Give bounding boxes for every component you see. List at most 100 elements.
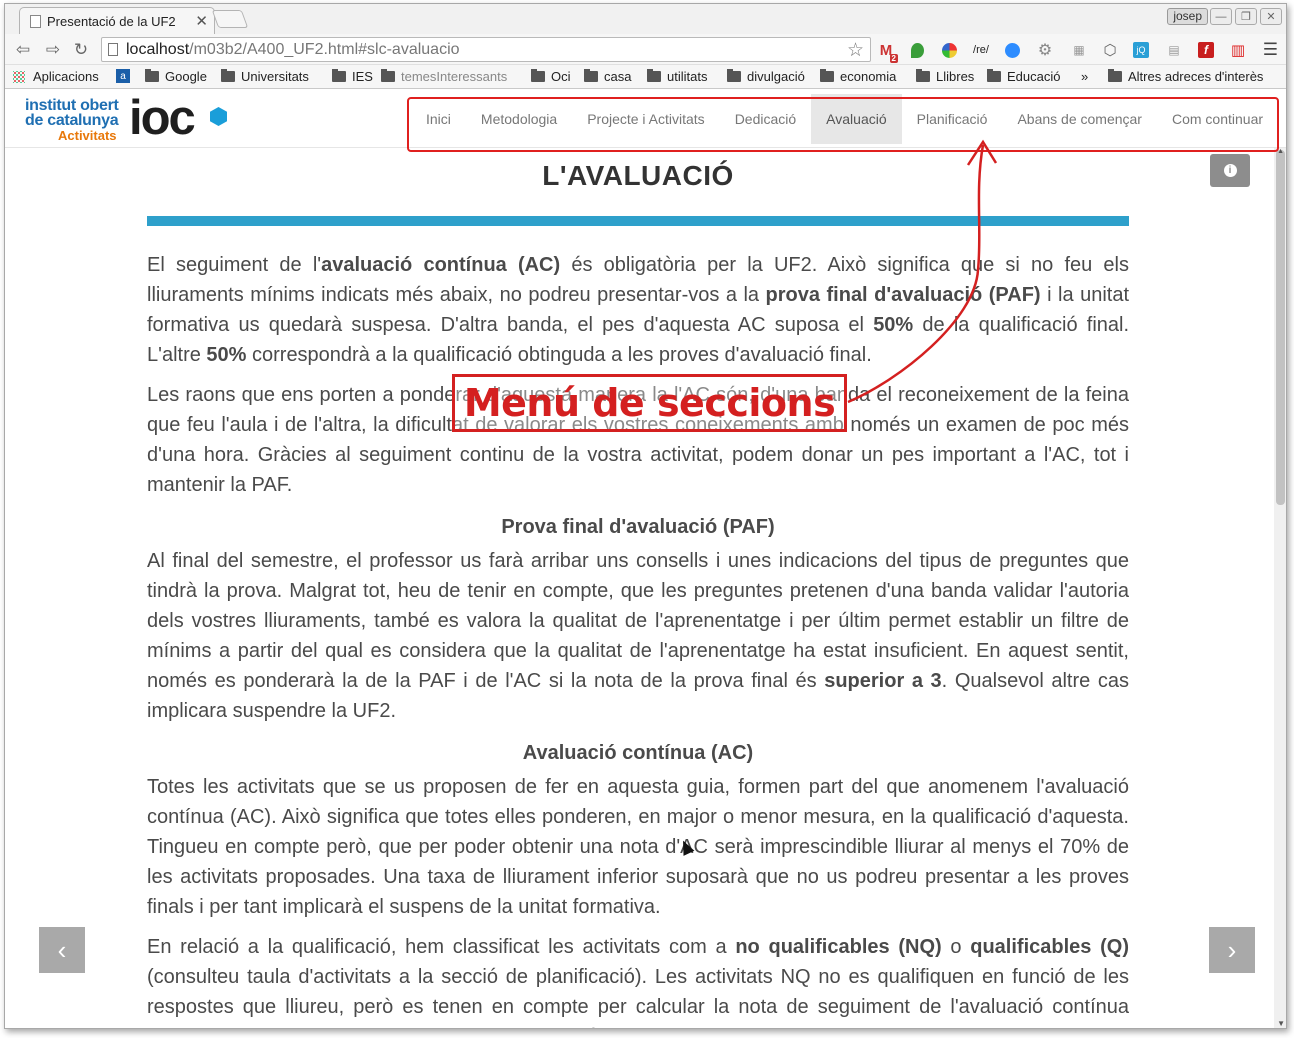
paragraph-paf: Al final del semestre, el professor us f… [147,550,1129,722]
scrollbar-thumb[interactable] [1276,150,1285,505]
bookmark-folder-divulgacio[interactable]: divulgació [727,69,805,84]
folder-extension-icon[interactable]: ▤ [1165,41,1183,59]
previous-section-button[interactable]: ‹ [39,927,85,973]
bookmarks-bar: Aplicacions a Google Universitats IES te… [5,65,1286,89]
nav-item-dedicacio[interactable]: Dedicació [720,94,811,144]
nav-item-metodologia[interactable]: Metodologia [466,94,572,144]
page-scrollbar[interactable] [1274,148,1286,1028]
folder-icon [584,69,598,82]
browser-tab[interactable]: Presentació de la UF2 ✕ [19,7,215,34]
page-info-icon[interactable] [108,43,118,56]
folder-icon [531,69,545,82]
paragraph-intro: El seguiment de l'avaluació contínua (AC… [147,254,1130,366]
logo-line-2: de catalunya [25,112,119,129]
folder-icon [916,69,930,82]
jquery-extension-icon[interactable]: jQ [1132,41,1150,59]
folder-icon [647,69,661,82]
tab-close-icon[interactable]: ✕ [195,12,208,30]
bookmark-apps[interactable]: Aplicacions [13,69,99,84]
profile-button[interactable]: josep [1167,8,1208,25]
site-header: institut obert de catalunya Activitats i… [5,90,1286,148]
next-section-button[interactable]: › [1209,927,1255,973]
folder-icon [987,69,1001,82]
url-host: localhost [126,40,190,58]
folder-icon [381,69,395,82]
folder-icon [221,69,235,82]
tab-title: Presentació de la UF2 [47,13,176,29]
address-bar[interactable]: localhost /m03b2/A400_UF2.html#slc-avalu… [101,37,871,62]
color-extension-icon[interactable] [940,41,958,59]
browser-window: Presentació de la UF2 ✕ josep — ❐ ✕ ⇦ ⇨ … [4,3,1287,1029]
amazon-icon: a [116,69,130,83]
paragraph-qualification: En relació a la qualificació, hem classi… [147,936,1129,1028]
url-path: /m03b2/A400_UF2.html#slc-avaluacio [189,40,460,58]
browser-menu-icon[interactable]: ☰ [1263,40,1278,60]
bookmark-folder-casa[interactable]: casa [584,69,631,84]
window-controls: — ❐ ✕ [1210,8,1282,25]
ruler-extension-icon[interactable]: ▦ [1070,41,1088,59]
grid-extension-icon[interactable]: ▥ [1229,41,1247,59]
bookmark-folder-temes[interactable]: temesInteressants [381,69,521,84]
bookmark-folder-educacio[interactable]: Educació [987,69,1060,84]
evernote-extension-icon[interactable] [908,41,926,59]
logo-line-1: institut obert [25,97,119,114]
close-window-button[interactable]: ✕ [1260,8,1282,25]
reload-icon[interactable]: ↻ [69,38,93,62]
forward-icon[interactable]: ⇨ [41,38,65,62]
annotation-label: Menú de seccions [452,374,847,432]
nav-item-inici[interactable]: Inici [411,94,466,144]
bookmark-star-icon[interactable]: ☆ [847,39,864,62]
folder-icon [332,69,346,82]
bookmark-folder-universitats[interactable]: Universitats [221,69,309,84]
bookmark-amazon[interactable]: a [116,69,136,83]
maximize-button[interactable]: ❐ [1235,8,1257,25]
heading-paf: Prova final d'avaluació (PAF) [501,516,775,538]
ioc-logo[interactable]: institut obert de catalunya Activitats i… [25,91,235,145]
flash-extension-icon[interactable]: f [1197,41,1215,59]
page-icon [30,14,41,28]
section-menu: Inici Metodologia Projecte i Activitats … [411,94,1278,144]
nav-item-avaluacio[interactable]: Avaluació [811,94,902,144]
bookmark-folder-oci[interactable]: Oci [531,69,571,84]
browser-toolbar: ⇦ ⇨ ↻ localhost /m03b2/A400_UF2.html#slc… [5,34,1286,65]
logo-brand: ioc [129,91,196,145]
bookmark-folder-llibres[interactable]: Llibres [916,69,974,84]
bookmark-folder-economia[interactable]: economia [820,69,896,84]
scroll-down-arrow-icon[interactable]: ▼ [1277,1019,1285,1028]
re-extension-icon[interactable]: /re/ [972,41,990,59]
bookmarks-overflow-button[interactable]: » [1081,69,1088,84]
folder-icon [727,69,741,82]
nav-item-projecte[interactable]: Projecte i Activitats [572,94,720,144]
apps-grid-icon [13,70,25,83]
title-divider [147,216,1129,226]
info-icon: i [1223,164,1237,177]
back-icon[interactable]: ⇦ [11,38,35,62]
tab-strip: Presentació de la UF2 ✕ josep — ❐ ✕ [5,4,1286,34]
folder-icon [820,69,834,82]
new-tab-button[interactable] [211,10,249,28]
scroll-up-arrow-icon[interactable]: ▲ [1277,148,1284,155]
heading-ac: Avaluació contínua (AC) [522,742,754,764]
bookmark-folder-other[interactable]: Altres adreces d'interès [1108,69,1263,84]
folder-icon [1108,69,1122,82]
nav-item-continuar[interactable]: Com continuar [1157,94,1278,144]
logo-hexagon-icon [210,107,227,126]
bookmark-folder-utilitats[interactable]: utilitats [647,69,707,84]
nav-item-abans[interactable]: Abans de començar [1002,94,1157,144]
cube-extension-icon[interactable]: ⬡ [1101,41,1119,59]
nav-item-planificacio[interactable]: Planificació [902,94,1003,144]
main-content: L'AVALUACIÓ El seguiment de l'avaluació … [147,156,1130,1028]
bookmark-folder-ies[interactable]: IES [332,69,373,84]
video-extension-icon[interactable] [1003,41,1021,59]
minimize-button[interactable]: — [1210,8,1232,25]
logo-subtitle: Activitats [58,128,117,143]
info-button[interactable]: i [1210,154,1250,187]
page-title: L'AVALUACIÓ [542,160,734,191]
page-viewport: institut obert de catalunya Activitats i… [5,90,1286,1028]
paragraph-ac: Totes les activitats que se us proposen … [147,776,1129,918]
gmail-unread-count: 2 [889,54,898,63]
gmail-extension-icon[interactable]: M2 [877,41,898,63]
bookmark-folder-google[interactable]: Google [145,69,207,84]
folder-icon [145,69,159,82]
gear-extension-icon[interactable]: ⚙ [1036,41,1054,59]
